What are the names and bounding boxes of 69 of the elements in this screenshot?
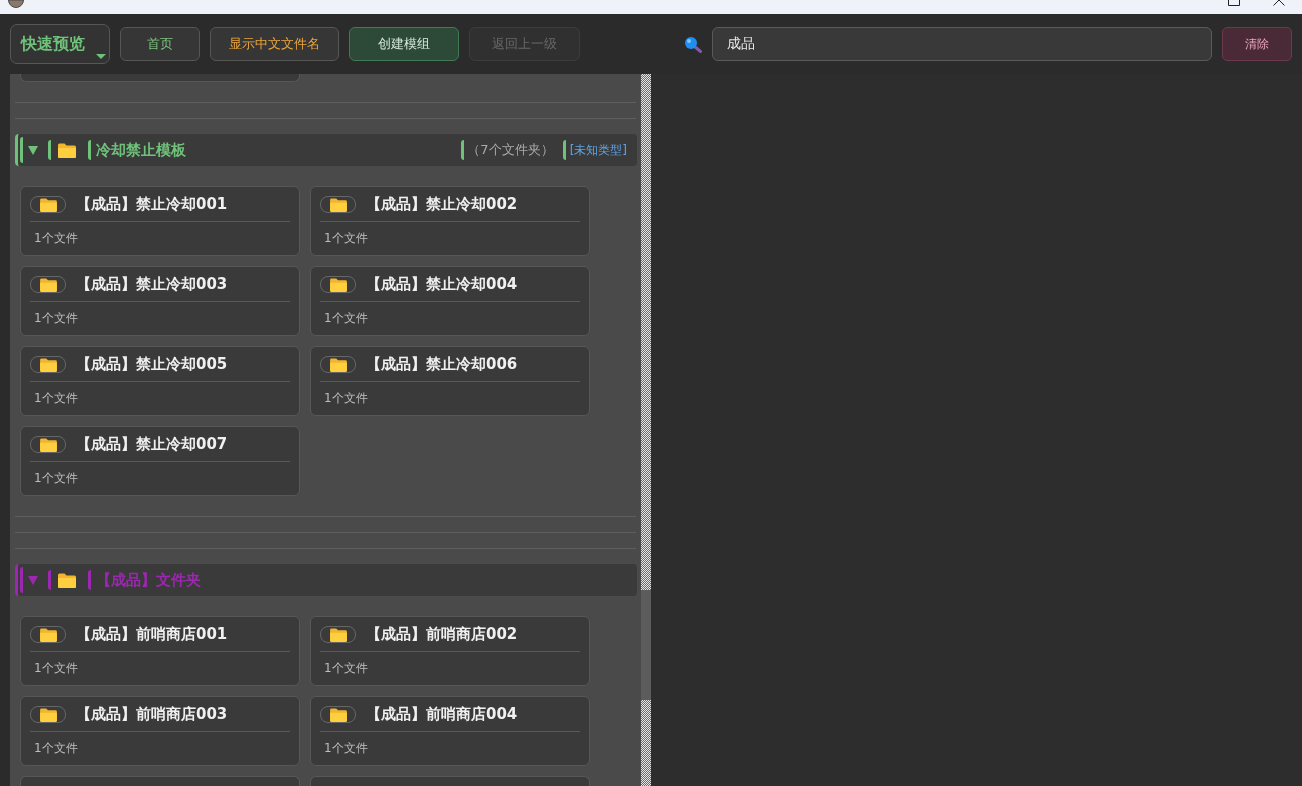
folder-card[interactable]: 【成品】禁止冷却007 1个文件 — [20, 426, 300, 496]
folder-icon — [320, 356, 356, 373]
clear-button[interactable]: 清除 — [1222, 27, 1292, 61]
file-count: 1个文件 — [33, 740, 79, 756]
folder-icon — [30, 706, 66, 723]
app-icon — [8, 0, 24, 10]
caret-icon — [96, 54, 106, 59]
folder-name: 【成品】禁止冷却005 — [76, 356, 228, 373]
file-count: 1个文件 — [33, 470, 79, 486]
folder-icon — [30, 276, 66, 293]
folder-card[interactable]: 【成品】禁止冷却002 1个文件 — [310, 186, 590, 256]
mode-dropdown[interactable]: 快速预览 — [10, 24, 110, 64]
folder-icon — [320, 196, 356, 213]
folder-name: 【成品】禁止冷却004 — [366, 276, 518, 293]
folder-card[interactable] — [310, 776, 590, 786]
file-count: 1个文件 — [33, 390, 79, 406]
folder-count: （7个文件夹） — [461, 140, 554, 160]
folder-card[interactable]: 【成品】禁止冷却004 1个文件 — [310, 266, 590, 336]
folder-name: 【成品】禁止冷却003 — [76, 276, 228, 293]
section-header[interactable]: 冷却禁止模板 （7个文件夹） [未知类型] — [15, 134, 637, 166]
folder-card[interactable] — [20, 776, 300, 786]
toolbar-button[interactable]: 显示中文文件名 — [210, 27, 339, 61]
search-icon — [684, 35, 702, 53]
folder-card[interactable]: 【成品】前哨商店003 1个文件 — [20, 696, 300, 766]
folder-icon — [30, 626, 66, 643]
maximize-icon[interactable] — [1228, 0, 1240, 6]
folder-icon — [320, 276, 356, 293]
file-count: 1个文件 — [33, 310, 79, 326]
folder-name: 【成品】前哨商店004 — [366, 706, 518, 723]
folder-name: 【成品】前哨商店003 — [76, 706, 228, 723]
folder-name: 【成品】禁止冷却007 — [76, 436, 228, 453]
folder-icon — [48, 570, 76, 590]
type-tag: [未知类型] — [562, 140, 627, 160]
section-title: 冷却禁止模板 — [88, 140, 186, 160]
folder-icon — [48, 140, 76, 160]
file-count: 1个文件 — [323, 310, 369, 326]
folder-card[interactable]: 【成品】前哨商店002 1个文件 — [310, 616, 590, 686]
scrollbar[interactable] — [641, 74, 651, 786]
folder-name: 【成品】禁止冷却002 — [366, 196, 518, 213]
folder-name: 【成品】前哨商店002 — [366, 626, 518, 643]
folder-name: 【成品】禁止冷却006 — [366, 356, 518, 373]
file-count: 1个文件 — [323, 660, 369, 676]
folder-card[interactable]: 【成品】禁止冷却006 1个文件 — [310, 346, 590, 416]
file-count: 1个文件 — [323, 390, 369, 406]
search-field[interactable]: 成品 — [712, 27, 1212, 61]
file-count: 1个文件 — [323, 740, 369, 756]
folder-icon — [30, 196, 66, 213]
scrollbar-thumb[interactable] — [641, 590, 651, 700]
folder-card[interactable]: 【成品】禁止冷却001 1个文件 — [20, 186, 300, 256]
folder-card[interactable]: 【成品】禁止冷却003 1个文件 — [20, 266, 300, 336]
file-count: 1个文件 — [33, 230, 79, 246]
expand-toggle[interactable] — [20, 137, 40, 163]
folder-name: 【成品】禁止冷却001 — [76, 196, 228, 213]
folder-card[interactable]: 【成品】前哨商店004 1个文件 — [310, 696, 590, 766]
toolbar-button[interactable]: 创建模组 — [349, 27, 459, 61]
folder-icon — [30, 356, 66, 373]
folder-icon — [320, 706, 356, 723]
folder-icon — [30, 436, 66, 453]
section-title: 【成品】文件夹 — [88, 570, 201, 590]
folder-card[interactable]: 【成品】前哨商店001 1个文件 — [20, 616, 300, 686]
file-count: 1个文件 — [323, 230, 369, 246]
file-count: 1个文件 — [33, 660, 79, 676]
folder-card[interactable]: 【成品】禁止冷却005 1个文件 — [20, 346, 300, 416]
toolbar-button[interactable]: 首页 — [120, 27, 200, 61]
folder-name: 【成品】前哨商店001 — [76, 626, 228, 643]
folder-icon — [320, 626, 356, 643]
expand-toggle[interactable] — [20, 567, 40, 593]
close-icon[interactable] — [1273, 0, 1285, 6]
folder-card[interactable] — [20, 74, 300, 82]
